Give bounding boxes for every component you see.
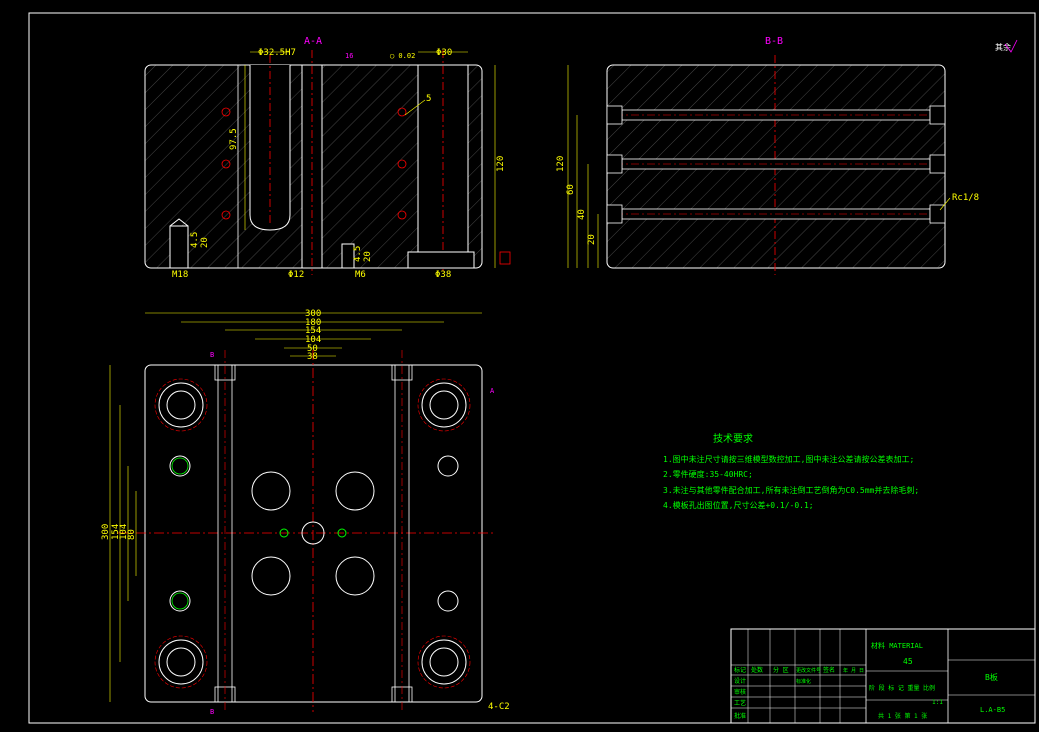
guide-pin-outer — [154, 378, 471, 689]
plan-dim-w6: 38 — [307, 352, 318, 362]
section-bb-label: B-B — [765, 36, 783, 47]
scale-value: 1:1 — [932, 699, 943, 706]
tb-header-4: 更改文件号 — [796, 667, 821, 674]
aa-slot-width-dim: Φ32.5H7 — [258, 48, 296, 58]
stage-label: 阶 段 标 记 重量 比例 — [869, 684, 935, 692]
aa-tolerance-frame: ◯ 0.02 — [390, 52, 415, 60]
aa-base-dim: Φ38 — [435, 270, 451, 280]
bb-dim-c: 20 — [587, 234, 597, 245]
aa-hole-note: 5 — [426, 94, 431, 104]
aa-datum-marker — [499, 251, 511, 265]
drawing-number: L.A-B5 — [980, 706, 1005, 714]
material-value: 45 — [903, 657, 913, 666]
plan-side-slots — [214, 364, 413, 703]
aa-roughness-symbol: 16 — [345, 52, 353, 60]
aa-hole-width-dim: Φ30 — [436, 48, 452, 58]
plan-dim-h1: 300 — [101, 524, 111, 540]
tech-title: 技术要求 — [713, 432, 753, 445]
tech-item-1: 1.图中未注尺寸请按三维模型数控加工,图中未注公差请按公差表加工; — [663, 454, 914, 464]
sheet-count: 共 1 张 第 1 张 — [878, 712, 927, 720]
aa-counterbore — [407, 251, 475, 269]
aa-center-dim: Φ12 — [288, 270, 304, 280]
tb-row-approve: 批准 — [734, 712, 746, 720]
plan-section-label-a: A — [490, 387, 495, 395]
plan-view: 300 180 154 104 50 38 300 154 104 80 4-C… — [101, 309, 510, 716]
title-block: 材料 MATERIAL 45 B板 L.A-B5 阶 段 标 记 重量 比例 1… — [730, 628, 1036, 724]
material-label: 材料 MATERIAL — [871, 641, 923, 650]
plan-dim-h4: 80 — [127, 529, 137, 540]
tech-item-2: 2.零件硬度:35-40HRC; — [663, 469, 753, 479]
guide-pin-holes — [158, 382, 467, 685]
tech-item-3: 3.未注与其他零件配合加工,所有未注倒工艺倒角为C0.5mm并去除毛刺; — [663, 485, 919, 495]
aa-pin-dim-b: 20 — [200, 237, 210, 248]
tb-header-5: 签名 — [823, 666, 835, 674]
section-bb-view: B-B 120 60 40 20 Rc1/8 — [556, 36, 979, 275]
tb-row-process: 工艺 — [734, 699, 746, 707]
bb-dim-b: 40 — [577, 209, 587, 220]
plan-section-label-b2: B — [210, 708, 214, 716]
aa-height-dim: 120 — [496, 156, 506, 172]
tb-row-design: 设计 — [734, 677, 746, 685]
tb-row-standard: 标准化 — [796, 678, 811, 685]
tb-header-2: 处数 — [751, 666, 763, 674]
tech-item-4: 4.模板孔出图位置,尺寸公差+0.1/-0.1; — [663, 500, 814, 510]
plan-outline — [144, 364, 483, 703]
cad-drawing: A-A Φ32.5H7 Φ30 97.5 120 M18 4.5 20 Φ12 … — [28, 12, 1036, 724]
section-aa-label: A-A — [304, 36, 322, 47]
tb-header-3: 分 区 — [773, 666, 789, 674]
aa-pin-mid-dim: M6 — [355, 270, 366, 280]
screw-holes — [169, 455, 459, 612]
aa-depth-dim: 97.5 — [229, 128, 239, 150]
aa-pin-left — [169, 225, 189, 269]
bb-height-dim: 120 — [556, 156, 566, 172]
tb-header-6: 年 月 日 — [843, 667, 864, 674]
plan-section-label-b: B — [210, 351, 214, 359]
tb-header-1: 标记 — [734, 666, 746, 674]
plan-chamfer-note: 4-C2 — [488, 702, 510, 712]
tb-row-review: 审核 — [734, 688, 746, 696]
tech-requirements: 技术要求 1.图中未注尺寸请按三维模型数控加工,图中未注公差请按公差表加工; 2… — [663, 432, 919, 510]
bb-dim-a: 60 — [566, 184, 576, 195]
aa-mid-dim-a: 4.5 — [353, 246, 363, 262]
aa-pin-left-dim: M18 — [172, 270, 188, 280]
part-name: B板 — [985, 672, 998, 682]
corner-roughness-label: 其余 — [995, 42, 1011, 52]
section-aa-view: A-A Φ32.5H7 Φ30 97.5 120 M18 4.5 20 Φ12 … — [144, 36, 511, 280]
aa-mid-dim-b: 20 — [363, 251, 373, 262]
aa-pin-dim-a: 4.5 — [190, 232, 200, 248]
bb-thread-note: Rc1/8 — [952, 193, 979, 203]
